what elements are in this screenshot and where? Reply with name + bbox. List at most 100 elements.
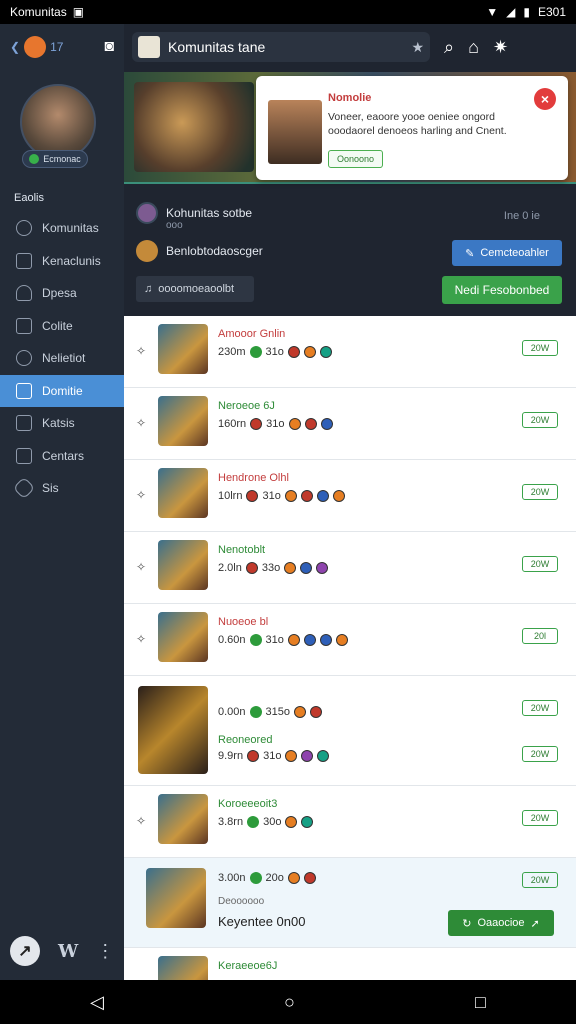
avatar-badge-label: Ecmonac (43, 154, 81, 164)
system-nav-bar: ◁ ○ □ (0, 980, 576, 1024)
search-box[interactable]: Komunitas tane ★ (132, 32, 430, 62)
item-stat-value: 0.00n (218, 706, 246, 718)
camera-icon[interactable]: ◙ (104, 38, 114, 56)
item-name: Koroeeeoit3 (218, 798, 278, 810)
popup-action-button[interactable]: Oonoono (328, 150, 384, 168)
item-sub: Deoooooo (218, 896, 265, 907)
sidebar-item-dpesa[interactable]: Dpesa (0, 277, 124, 309)
globe-icon (16, 220, 32, 236)
app-window: ❮ 17 ◙ Ecmonac Eaolis Komunitas Kenaclun… (0, 24, 576, 980)
item-tag[interactable]: 20W (522, 412, 558, 428)
sidebar-item-kenaclunis[interactable]: Kenaclunis (0, 245, 124, 277)
sidebar-nav: Komunitas Kenaclunis Dpesa Colite Neliet… (0, 212, 124, 505)
badge-icon (301, 750, 314, 762)
home-circle-icon[interactable]: ○ (284, 992, 295, 1013)
recents-square-icon[interactable]: □ (475, 992, 486, 1013)
item-tag[interactable]: 20l (522, 628, 558, 644)
sidebar-item-sis[interactable]: Sis (0, 472, 124, 504)
more-vertical-icon[interactable]: ⋮ (96, 941, 114, 962)
filter-chip[interactable]: ♫ oooomoeaoolbt (136, 276, 254, 302)
play-icon (249, 346, 262, 358)
item-tag[interactable]: 20W (522, 340, 558, 356)
badge-icon (285, 816, 298, 828)
notice-popup: Nomolie Voneer, eaoore yooe oeniee ongor… (256, 76, 568, 180)
hat-icon (16, 285, 32, 301)
pin-icon[interactable]: ✧ (136, 488, 146, 502)
item-thumbnail (158, 956, 208, 980)
pin-icon[interactable]: ✧ (136, 560, 146, 574)
sidebar-item-centars[interactable]: Centars (0, 440, 124, 472)
badge-icon (247, 750, 260, 762)
community-avatar[interactable] (136, 202, 158, 224)
item-action-button[interactable]: ↻ Oaaocioe ➚ (448, 910, 554, 936)
arrow-icon: ↗ (18, 943, 32, 960)
item-name: Neroeoe 6J (218, 400, 275, 412)
back-button[interactable]: ❮ 17 (10, 36, 63, 58)
close-icon[interactable]: × (534, 88, 556, 110)
item-tag[interactable]: 20W (522, 556, 558, 572)
compose-button[interactable]: ↗ (10, 936, 40, 966)
item-stat-value: 10lrn (218, 490, 243, 502)
item-tag[interactable]: 20W (522, 700, 558, 716)
avatar[interactable] (20, 84, 96, 160)
popup-action-label: Oonoono (337, 154, 375, 164)
item-score: 33o (261, 562, 281, 574)
signal-icon: ◢ (506, 5, 516, 19)
list-item[interactable]: ✧ Nenotoblt 2.0ln 33o 20W (124, 532, 576, 604)
new-post-label: Nedi Fesobonbed (454, 283, 550, 297)
sidebar-item-colite[interactable]: Colite (0, 310, 124, 342)
sidebar-item-nelietiot[interactable]: Nelietiot (0, 342, 124, 374)
list-item-highlighted[interactable]: 3.00n 20o Deoooooo Keyentee 0n00 20W ↻ Oaa… (124, 858, 576, 948)
sidebar: ❮ 17 ◙ Ecmonac Eaolis Komunitas Kenaclun… (0, 24, 124, 980)
item-stat-value: 230m (218, 346, 246, 358)
item-tag[interactable]: 20W (522, 484, 558, 500)
home-icon[interactable]: ⌂ (468, 37, 479, 58)
banner-art (134, 82, 254, 172)
item-score: 31o (265, 346, 284, 358)
pin-icon[interactable]: ✧ (136, 344, 146, 358)
notification-dot (24, 36, 47, 58)
edit-icon: ✎ (465, 247, 475, 260)
list-item[interactable]: ✧ Hendrone Olhl 10lrn 31o 20W (124, 460, 576, 532)
pin-icon[interactable]: ✧ (136, 632, 146, 646)
badge-icon (288, 418, 301, 430)
pin-icon[interactable]: ✧ (136, 416, 146, 430)
list-item[interactable]: ✧ Koroeeeoit3 3.8rn 30o 20W (124, 786, 576, 858)
sidebar-item-komunitas[interactable]: Komunitas (0, 212, 124, 244)
badge-icon (317, 750, 330, 762)
status-bar: Komunitas ▣ ▼ ◢ ▮ E301 (0, 0, 576, 24)
phone-icon (16, 447, 32, 464)
battery-icon: ▮ (523, 5, 530, 19)
search-icon[interactable]: ⌕ (444, 37, 454, 58)
sidebar-item-domitie[interactable]: Domitie (0, 374, 124, 407)
list-item[interactable]: Keraeeoe6J (124, 948, 576, 980)
community-sub: ooo (166, 220, 183, 231)
topbar-title: Komunitas tane (168, 39, 266, 55)
list-item[interactable]: 0.00n 315o 20W Reoneored 9.9rn 31o 20W (124, 676, 576, 786)
list-item[interactable]: ✧ Neroeoe 6J 160rn 31o 20W (124, 388, 576, 460)
hero-banner: Nomolie Voneer, eaoore yooe oeniee ongor… (124, 72, 576, 184)
item-stats: 3.8rn 30o (218, 816, 314, 828)
list-item[interactable]: ✧ Amooor Gnlin 230m 31o 20W (124, 316, 576, 388)
community-name: Kohunitas sotbe (166, 206, 253, 220)
new-post-button[interactable]: Nedi Fesobonbed (442, 276, 562, 304)
community-title-row: Kohunitas sotbe (136, 202, 252, 224)
play-icon (247, 816, 260, 828)
badge-icon (284, 562, 297, 574)
sidebar-item-katsis[interactable]: Katsis (0, 407, 124, 439)
community-thumb-icon (138, 36, 160, 58)
badge-icon (303, 634, 316, 646)
owner-avatar (136, 240, 158, 262)
item-tag[interactable]: 20W (522, 746, 558, 762)
edit-community-button[interactable]: ✎ Cemcteoahler (452, 240, 562, 266)
badge-icon (319, 346, 332, 358)
pin-icon[interactable]: ✧ (136, 814, 146, 828)
profile-icon[interactable]: ✷ (493, 37, 508, 58)
item-tag[interactable]: 20W (522, 872, 558, 888)
list-item[interactable]: ✧ Nuoeoe bl 0.60n 31o 20l (124, 604, 576, 676)
back-triangle-icon[interactable]: ◁ (90, 992, 104, 1013)
star-icon[interactable]: ★ (411, 39, 424, 56)
sidebar-item-label: Kenaclunis (42, 253, 101, 268)
badge-icon (303, 872, 316, 884)
item-tag[interactable]: 20W (522, 810, 558, 826)
